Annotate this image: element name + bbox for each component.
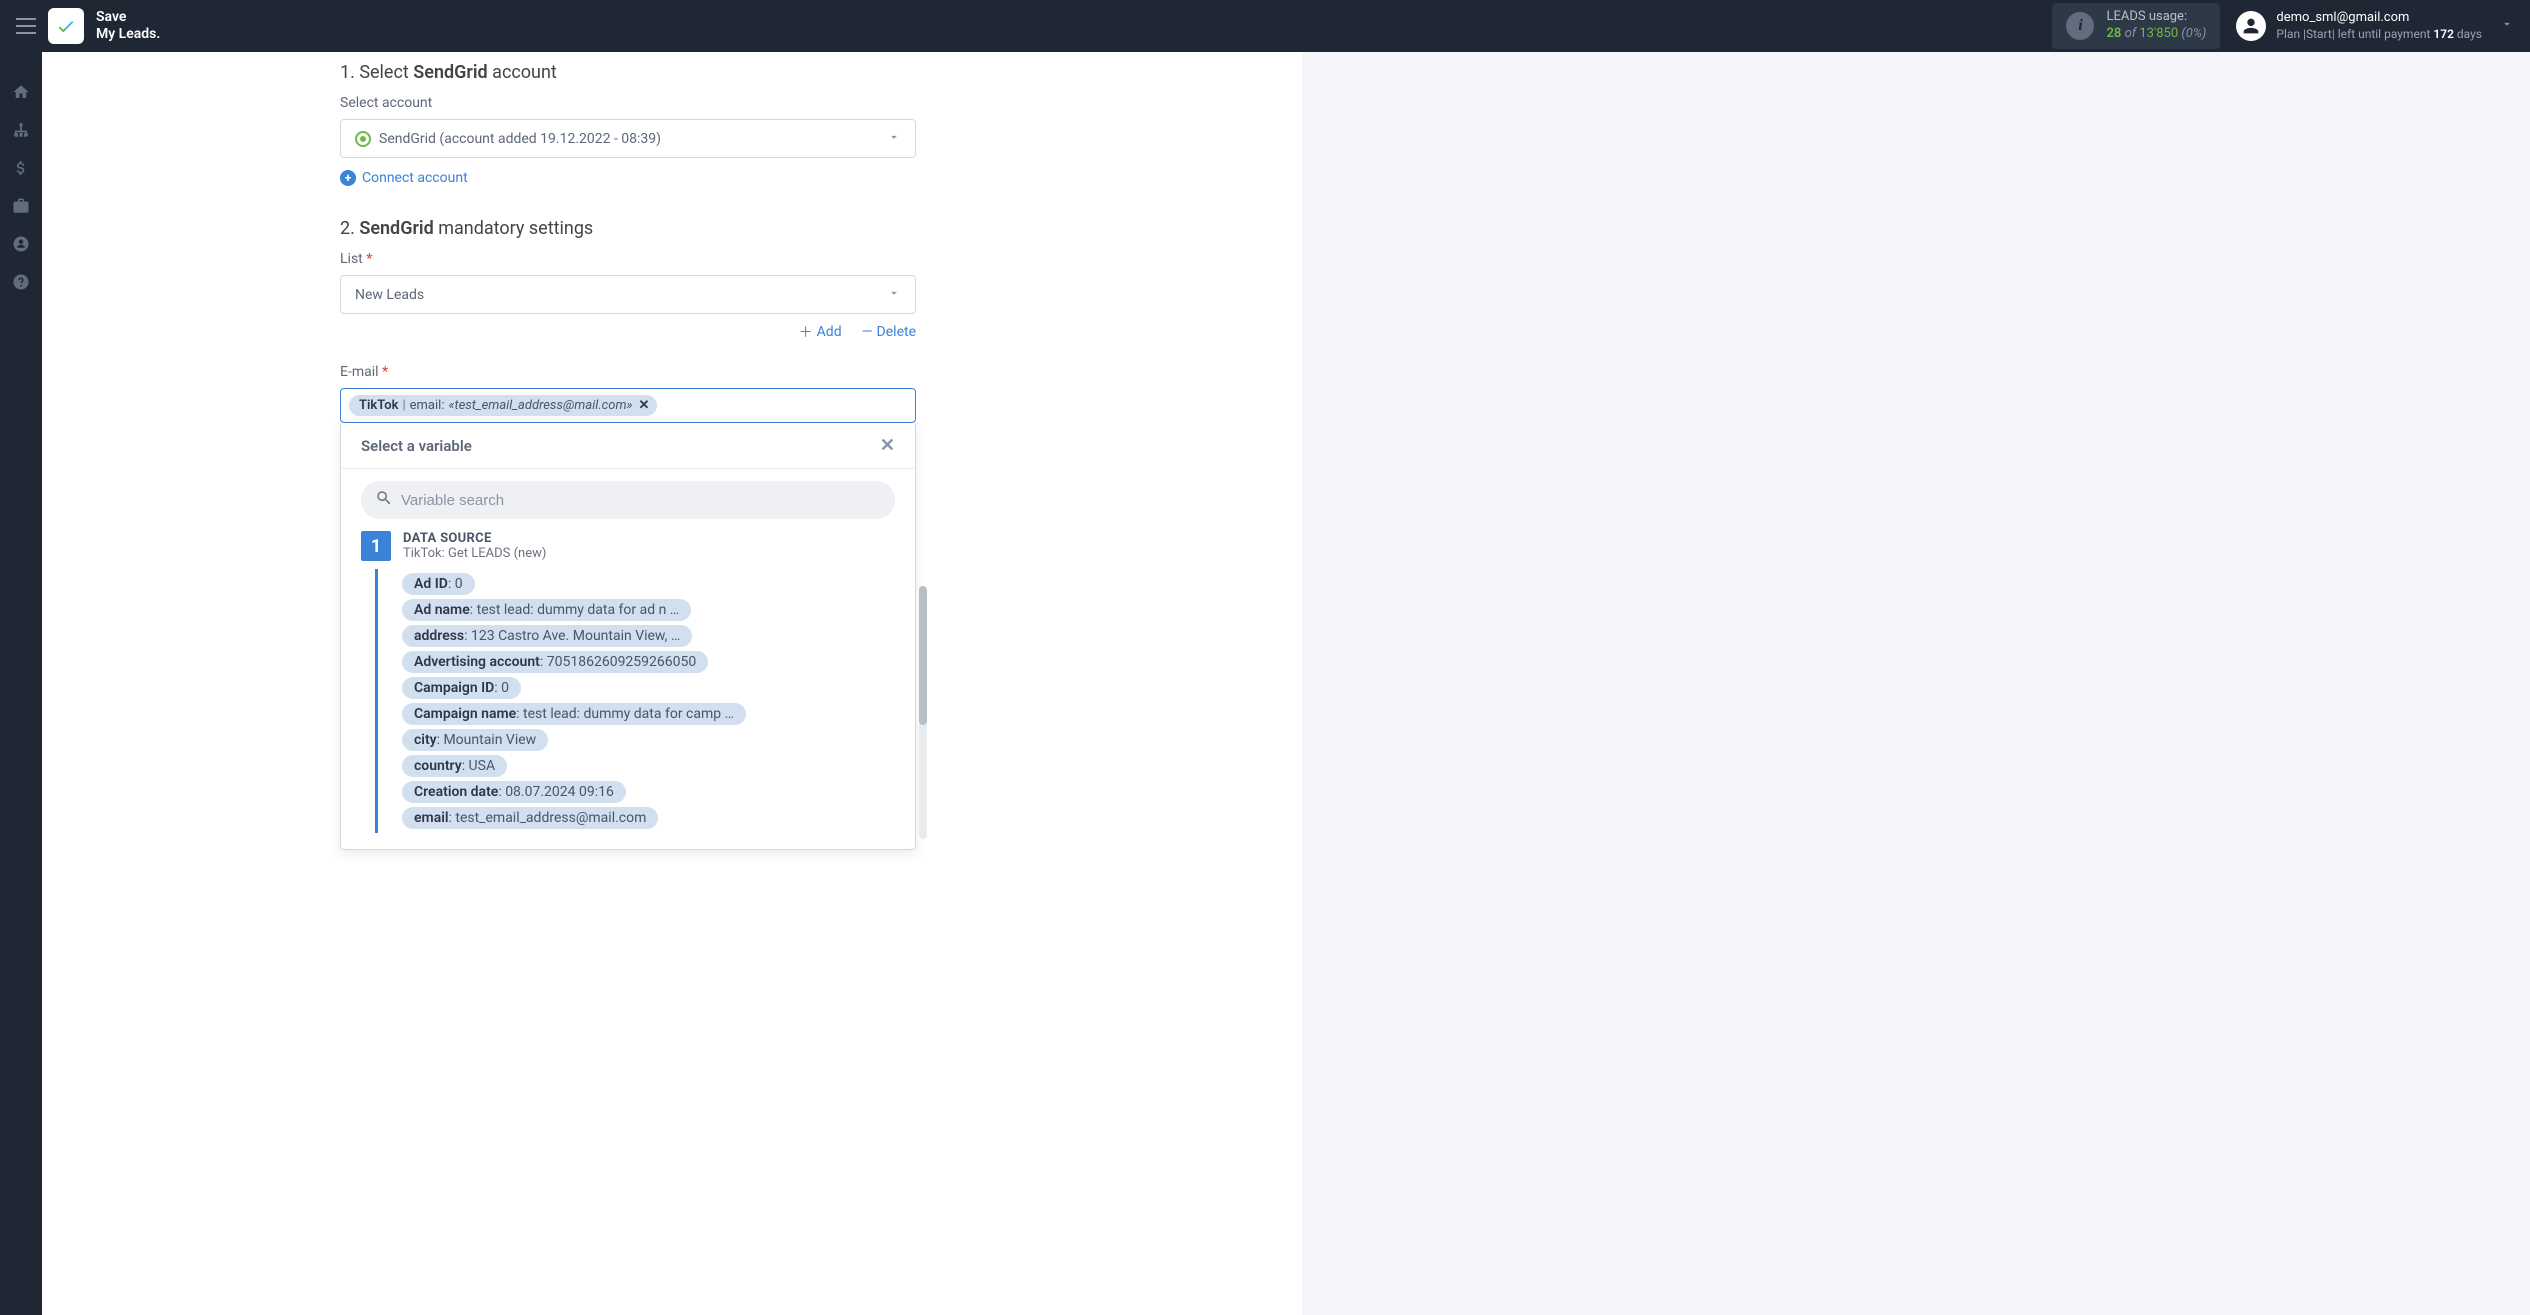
variable-option[interactable]: Advertising account: 7051862609259266050 [402, 651, 708, 673]
search-icon [375, 489, 393, 511]
user-icon[interactable] [11, 234, 31, 254]
datasource-subtitle: TikTok: Get LEADS (new) [403, 546, 546, 561]
app-title: Save My Leads. [96, 9, 160, 43]
email-input[interactable]: TikTok | email: «test_email_address@mail… [340, 388, 916, 423]
chevron-down-icon[interactable] [2500, 16, 2514, 35]
variable-tag: TikTok | email: «test_email_address@mail… [349, 395, 657, 416]
variable-option[interactable]: Campaign name: test lead: dummy data for… [402, 703, 746, 725]
dropdown-header: Select a variable ✕ [341, 423, 915, 469]
remove-tag-button[interactable]: ✕ [638, 398, 649, 413]
chevron-down-icon [887, 285, 901, 304]
minus-icon: — [862, 324, 873, 340]
variable-option[interactable]: address: 123 Castro Ave. Mountain View, … [402, 625, 692, 647]
info-icon: i [2066, 12, 2094, 40]
plus-circle-icon: + [340, 170, 356, 186]
account-label: Select account [340, 95, 916, 111]
check-icon [55, 15, 77, 37]
variable-dropdown: Select a variable ✕ 1 DATA SOURCE [340, 423, 916, 850]
chevron-down-icon [887, 129, 901, 148]
user-info: demo_sml@gmail.com Plan |Start| left unt… [2276, 10, 2482, 42]
dollar-icon[interactable] [11, 158, 31, 178]
variable-search-box[interactable] [361, 481, 895, 519]
datasource-title: DATA SOURCE [403, 531, 546, 546]
dropdown-title: Select a variable [361, 437, 472, 455]
scrollbar-thumb[interactable] [919, 586, 927, 725]
plus-icon: ＋ [799, 322, 813, 342]
connect-account-link[interactable]: + Connect account [340, 170, 468, 186]
variable-option[interactable]: Ad name: test lead: dummy data for ad n … [402, 599, 691, 621]
usage-text: LEADS usage: 28 of 13'850 (0%) [2106, 9, 2206, 43]
list-select[interactable]: New Leads [340, 275, 916, 314]
main-content: 1. Select SendGrid account Select accoun… [42, 52, 2530, 1315]
variable-option[interactable]: Campaign ID: 0 [402, 677, 521, 699]
usage-indicator[interactable]: i LEADS usage: 28 of 13'850 (0%) [2052, 3, 2220, 49]
close-dropdown-button[interactable]: ✕ [880, 435, 895, 456]
content-card: 1. Select SendGrid account Select accoun… [42, 52, 1302, 1315]
variable-option[interactable]: Ad ID: 0 [402, 573, 475, 595]
briefcase-icon[interactable] [11, 196, 31, 216]
account-status-icon [355, 131, 371, 147]
variable-option[interactable]: country: USA [402, 755, 507, 777]
section-2-title: 2. SendGrid mandatory settings [340, 218, 916, 239]
add-link[interactable]: ＋ Add [799, 322, 842, 342]
datasource-number-badge: 1 [361, 531, 391, 561]
sitemap-icon[interactable] [11, 120, 31, 140]
help-icon[interactable] [11, 272, 31, 292]
header-right: i LEADS usage: 28 of 13'850 (0%) demo_sm… [2052, 3, 2514, 49]
section-1-title: 1. Select SendGrid account [340, 62, 916, 83]
datasource-section: 1 DATA SOURCE TikTok: Get LEADS (new) Ad… [341, 531, 915, 849]
header-left: Save My Leads. [16, 8, 160, 44]
variable-list: Ad ID: 0 Ad name: test lead: dummy data f… [402, 573, 895, 829]
email-label: E-mail * [340, 364, 916, 380]
sidebar-nav [0, 52, 42, 1315]
account-select[interactable]: SendGrid (account added 19.12.2022 - 08:… [340, 119, 916, 158]
variable-option[interactable]: city: Mountain View [402, 729, 548, 751]
variable-search-input[interactable] [401, 492, 881, 509]
account-selected-value: SendGrid (account added 19.12.2022 - 08:… [379, 131, 661, 147]
delete-link[interactable]: — Delete [862, 322, 916, 342]
menu-toggle-button[interactable] [16, 18, 36, 34]
variable-option[interactable]: email: test_email_address@mail.com [402, 807, 658, 829]
avatar-icon [2236, 11, 2266, 41]
list-selected-value: New Leads [355, 287, 424, 303]
list-label: List * [340, 251, 916, 267]
variable-option[interactable]: Creation date: 08.07.2024 09:16 [402, 781, 626, 803]
list-actions: ＋ Add — Delete [340, 322, 916, 342]
app-header: Save My Leads. i LEADS usage: 28 of 13'8… [0, 0, 2530, 52]
user-menu[interactable]: demo_sml@gmail.com Plan |Start| left unt… [2236, 10, 2514, 42]
scrollbar[interactable] [919, 586, 927, 839]
home-icon[interactable] [11, 82, 31, 102]
app-logo[interactable] [48, 8, 84, 44]
